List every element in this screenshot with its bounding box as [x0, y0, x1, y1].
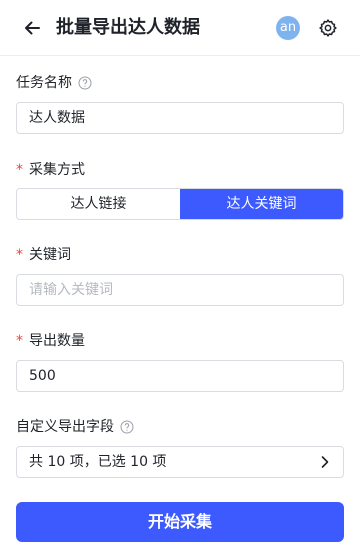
export-count-label-text: 导出数量 [29, 333, 85, 349]
avatar[interactable]: an [276, 16, 300, 40]
required-asterisk: * [16, 162, 23, 178]
collect-method-label: * 采集方式 [16, 160, 85, 180]
keyword-label: * 关键词 [16, 245, 71, 265]
collect-method-option-keyword[interactable]: 达人关键词 [180, 189, 343, 219]
custom-fields-select[interactable]: 共 10 项，已选 10 项 [16, 446, 344, 478]
export-count-input[interactable]: 500 [16, 360, 344, 392]
custom-fields-summary: 共 10 项，已选 10 项 [29, 454, 167, 470]
help-circle-icon[interactable] [78, 76, 92, 90]
custom-fields-label-text: 自定义导出字段 [16, 419, 114, 435]
export-count-label: * 导出数量 [16, 331, 85, 351]
chevron-right-icon [321, 456, 329, 468]
required-asterisk: * [16, 333, 23, 349]
required-asterisk: * [16, 247, 23, 263]
header-bar: 批量导出达人数据 an [0, 0, 360, 56]
arrow-left-icon [25, 21, 40, 35]
help-circle-icon[interactable] [120, 420, 134, 434]
page-title: 批量导出达人数据 [56, 17, 200, 38]
gear-icon [319, 19, 337, 37]
custom-fields-label: 自定义导出字段 [16, 417, 134, 437]
collect-method-label-text: 采集方式 [29, 162, 85, 178]
keyword-label-text: 关键词 [29, 247, 71, 263]
settings-button[interactable] [316, 16, 340, 40]
collect-method-option-link[interactable]: 达人链接 [17, 189, 180, 219]
back-button[interactable] [20, 16, 44, 40]
task-name-input[interactable]: 达人数据 [16, 102, 344, 134]
task-name-label: 任务名称 [16, 73, 92, 93]
keyword-input[interactable]: 请输入关键词 [16, 274, 344, 306]
collect-method-segmented-control: 达人链接 达人关键词 [16, 188, 344, 220]
start-collect-button[interactable]: 开始采集 [16, 502, 344, 542]
task-name-label-text: 任务名称 [16, 75, 72, 91]
